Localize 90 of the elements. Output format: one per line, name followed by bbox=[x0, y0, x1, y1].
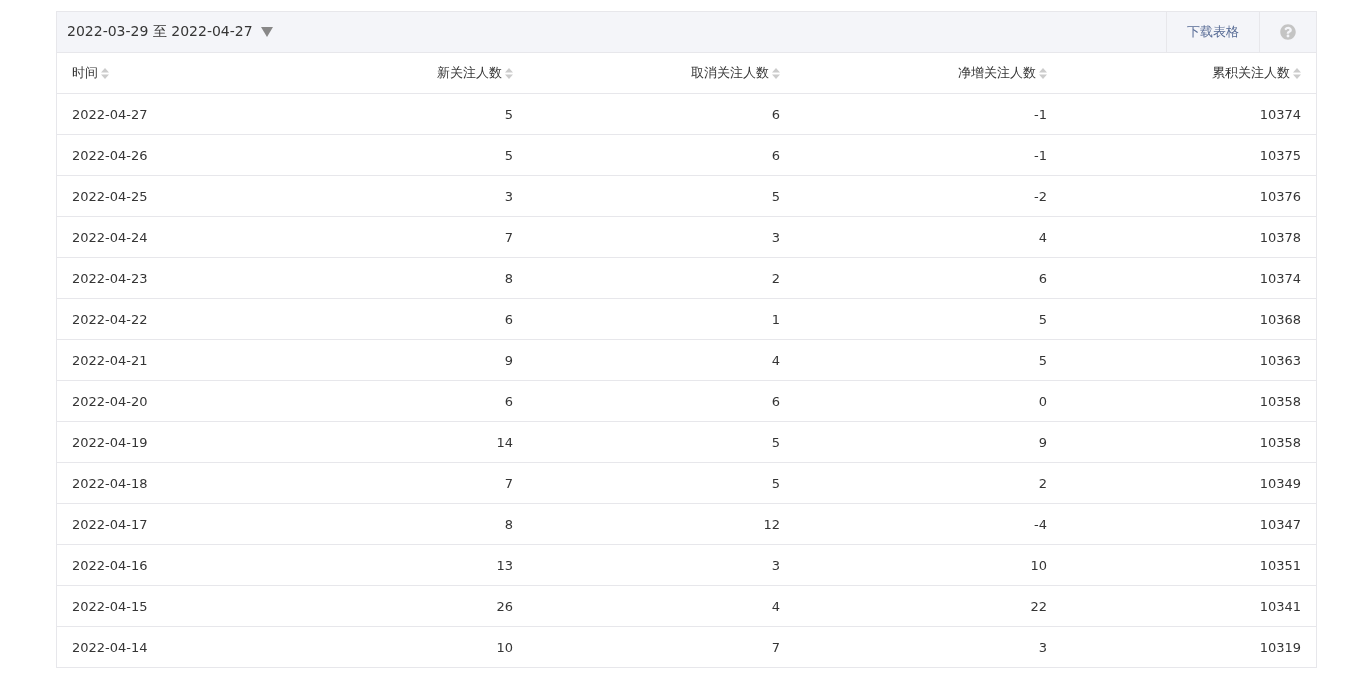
table-cell: 5 bbox=[257, 94, 528, 135]
table-cell: 5 bbox=[257, 135, 528, 176]
table-cell: 2 bbox=[528, 258, 795, 299]
table-cell: 3 bbox=[795, 627, 1062, 668]
date-range-text: 2022-03-29 至 2022-04-27 bbox=[67, 23, 253, 41]
table-cell: 2022-04-20 bbox=[57, 381, 257, 422]
date-range-dropdown[interactable]: 2022-03-29 至 2022-04-27 bbox=[57, 12, 1166, 52]
table-cell: 10374 bbox=[1062, 94, 1316, 135]
table-cell: 10349 bbox=[1062, 463, 1316, 504]
table-cell: 4 bbox=[528, 586, 795, 627]
column-header[interactable]: 新关注人数 bbox=[257, 53, 528, 94]
table-cell: 3 bbox=[528, 545, 795, 586]
dropdown-triangle-icon bbox=[260, 27, 273, 37]
table-cell: 6 bbox=[528, 135, 795, 176]
table-cell: 1 bbox=[528, 299, 795, 340]
table-cell: 6 bbox=[795, 258, 1062, 299]
table-cell: 4 bbox=[795, 217, 1062, 258]
table-cell: 2022-04-21 bbox=[57, 340, 257, 381]
table-cell: 10378 bbox=[1062, 217, 1316, 258]
table-cell: 6 bbox=[528, 94, 795, 135]
help-icon[interactable] bbox=[1280, 24, 1296, 40]
table-cell: 22 bbox=[795, 586, 1062, 627]
table-cell: 7 bbox=[257, 217, 528, 258]
table-cell: 10376 bbox=[1062, 176, 1316, 217]
table-cell: 26 bbox=[257, 586, 528, 627]
table-cell: 10363 bbox=[1062, 340, 1316, 381]
column-header-text: 新关注人数 bbox=[437, 64, 502, 82]
column-header[interactable]: 净增关注人数 bbox=[795, 53, 1062, 94]
table-cell: 2022-04-18 bbox=[57, 463, 257, 504]
table-cell: 2022-04-26 bbox=[57, 135, 257, 176]
table-cell: 3 bbox=[257, 176, 528, 217]
table-cell: 2022-04-19 bbox=[57, 422, 257, 463]
table-cell: 6 bbox=[257, 299, 528, 340]
table-cell: 10347 bbox=[1062, 504, 1316, 545]
table-cell: 2022-04-17 bbox=[57, 504, 257, 545]
table-cell: 10 bbox=[795, 545, 1062, 586]
table-cell: 6 bbox=[257, 381, 528, 422]
column-header-text: 累积关注人数 bbox=[1212, 64, 1290, 82]
table-cell: 10351 bbox=[1062, 545, 1316, 586]
table-cell: 5 bbox=[795, 340, 1062, 381]
column-header-text: 取消关注人数 bbox=[691, 64, 769, 82]
table-cell: 9 bbox=[257, 340, 528, 381]
table-cell: 12 bbox=[528, 504, 795, 545]
sort-icon[interactable] bbox=[1293, 67, 1301, 79]
table-cell: 2022-04-23 bbox=[57, 258, 257, 299]
table-cell: 7 bbox=[257, 463, 528, 504]
table-cell: 2022-04-24 bbox=[57, 217, 257, 258]
table-cell: 10368 bbox=[1062, 299, 1316, 340]
table-cell: 5 bbox=[528, 463, 795, 504]
table-cell: 4 bbox=[528, 340, 795, 381]
table-cell: -1 bbox=[795, 94, 1062, 135]
table-cell: 2022-04-22 bbox=[57, 299, 257, 340]
sort-icon[interactable] bbox=[505, 67, 513, 79]
table-cell: 10319 bbox=[1062, 627, 1316, 668]
table-cell: 10375 bbox=[1062, 135, 1316, 176]
table-cell: 14 bbox=[257, 422, 528, 463]
table-cell: 2 bbox=[795, 463, 1062, 504]
column-header[interactable]: 时间 bbox=[57, 53, 257, 94]
table-cell: 8 bbox=[257, 504, 528, 545]
table-cell: 10358 bbox=[1062, 381, 1316, 422]
column-header[interactable]: 累积关注人数 bbox=[1062, 53, 1316, 94]
sort-icon[interactable] bbox=[772, 67, 780, 79]
table-cell: -4 bbox=[795, 504, 1062, 545]
sort-icon[interactable] bbox=[101, 67, 109, 79]
sort-icon[interactable] bbox=[1039, 67, 1047, 79]
table-cell: 5 bbox=[528, 176, 795, 217]
table-cell: 7 bbox=[528, 627, 795, 668]
table-cell: 2022-04-14 bbox=[57, 627, 257, 668]
table-cell: 9 bbox=[795, 422, 1062, 463]
table-cell: 8 bbox=[257, 258, 528, 299]
table-cell: 10358 bbox=[1062, 422, 1316, 463]
column-header[interactable]: 取消关注人数 bbox=[528, 53, 795, 94]
table-cell: 13 bbox=[257, 545, 528, 586]
table-cell: 2022-04-15 bbox=[57, 586, 257, 627]
table-cell: 2022-04-16 bbox=[57, 545, 257, 586]
table-cell: 5 bbox=[528, 422, 795, 463]
table-cell: 2022-04-27 bbox=[57, 94, 257, 135]
table-cell: 10374 bbox=[1062, 258, 1316, 299]
table-cell: 5 bbox=[795, 299, 1062, 340]
table-cell: 10341 bbox=[1062, 586, 1316, 627]
table-cell: -1 bbox=[795, 135, 1062, 176]
table-cell: 2022-04-25 bbox=[57, 176, 257, 217]
column-header-text: 时间 bbox=[72, 64, 98, 82]
table-cell: 0 bbox=[795, 381, 1062, 422]
column-header-text: 净增关注人数 bbox=[958, 64, 1036, 82]
table-cell: 6 bbox=[528, 381, 795, 422]
table-cell: 3 bbox=[528, 217, 795, 258]
download-button[interactable]: 下载表格 bbox=[1166, 12, 1259, 52]
table-cell: -2 bbox=[795, 176, 1062, 217]
table-cell: 10 bbox=[257, 627, 528, 668]
